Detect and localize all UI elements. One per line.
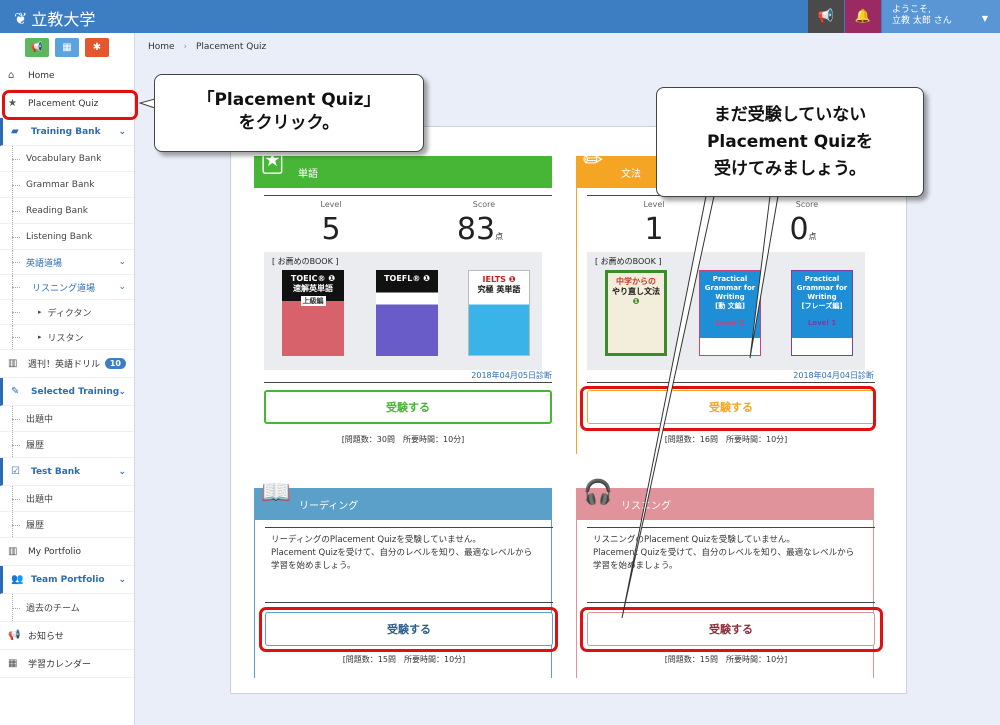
callout-text: をクリック。 [238, 113, 340, 133]
callout-text: 受けてみましょう。 [714, 159, 866, 179]
callout-text: Placement Quizを [706, 132, 874, 152]
callout-take-quiz: まだ受験していない Placement Quizを 受けてみましょう。 [656, 87, 924, 197]
callout-text: 「Placement Quiz」 [197, 90, 381, 110]
callout-text: まだ受験していない [713, 105, 867, 125]
callout-click-placement-quiz: 「Placement Quiz」 をクリック。 [154, 74, 424, 152]
